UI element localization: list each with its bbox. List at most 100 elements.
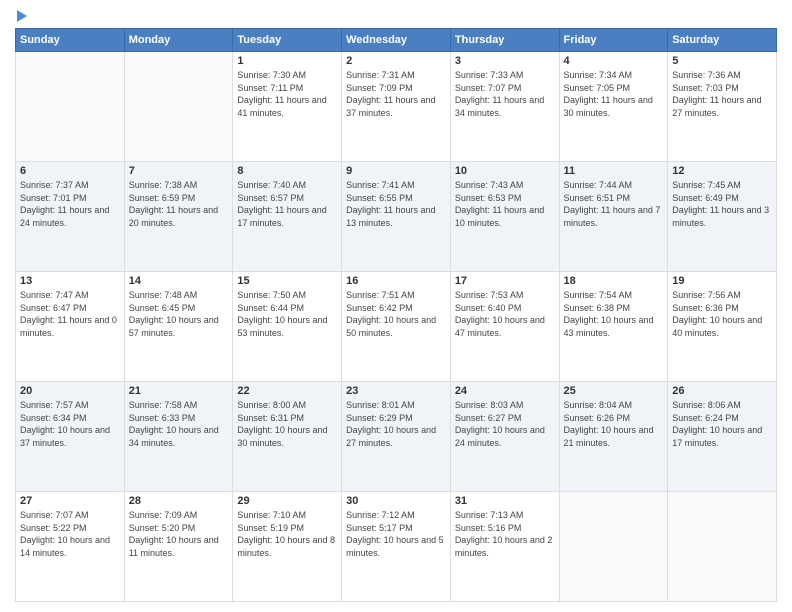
day-info: Sunrise: 7:45 AM Sunset: 6:49 PM Dayligh… (672, 179, 772, 229)
calendar-week-row: 20 Sunrise: 7:57 AM Sunset: 6:34 PM Dayli… (16, 382, 777, 492)
calendar-day-cell: 6Sunrise: 7:37 AM Sunset: 7:01 PM Daylig… (16, 162, 125, 272)
day-number: 13 (20, 275, 120, 287)
calendar-day-cell: 24 Sunrise: 8:03 AM Sunset: 6:27 PM Dayli… (450, 382, 559, 492)
day-number: 19 (672, 275, 772, 287)
calendar-day-cell: 1 Sunrise: 7:30 AM Sunset: 7:11 PM Daylig… (233, 52, 342, 162)
calendar-week-row: 13 Sunrise: 7:47 AM Sunset: 6:47 PM Dayli… (16, 272, 777, 382)
logo (15, 10, 27, 22)
weekday-header-saturday: Saturday (668, 29, 777, 52)
calendar-day-cell: 4 Sunrise: 7:34 AM Sunset: 7:05 PM Daylig… (559, 52, 668, 162)
day-number: 11 (564, 165, 664, 177)
weekday-header-tuesday: Tuesday (233, 29, 342, 52)
day-info: Sunrise: 7:43 AM Sunset: 6:53 PM Dayligh… (455, 179, 555, 229)
day-number: 3 (455, 55, 555, 67)
day-number: 30 (346, 495, 446, 507)
calendar-day-cell: 19Sunrise: 7:56 AM Sunset: 6:36 PM Dayli… (668, 272, 777, 382)
day-info: Sunrise: 8:06 AM Sunset: 6:24 PM Dayligh… (672, 399, 772, 449)
day-info: Sunrise: 8:00 AM Sunset: 6:31 PM Dayligh… (237, 399, 337, 449)
calendar-day-cell: 15 Sunrise: 7:50 AM Sunset: 6:44 PM Dayli… (233, 272, 342, 382)
calendar-day-cell (124, 52, 233, 162)
day-info: Sunrise: 7:07 AM Sunset: 5:22 PM Dayligh… (20, 509, 120, 559)
day-number: 10 (455, 165, 555, 177)
weekday-header-wednesday: Wednesday (342, 29, 451, 52)
calendar-week-row: 1 Sunrise: 7:30 AM Sunset: 7:11 PM Daylig… (16, 52, 777, 162)
calendar-day-cell: 14 Sunrise: 7:48 AM Sunset: 6:45 PM Dayli… (124, 272, 233, 382)
calendar-day-cell: 13 Sunrise: 7:47 AM Sunset: 6:47 PM Dayli… (16, 272, 125, 382)
calendar-day-cell: 23 Sunrise: 8:01 AM Sunset: 6:29 PM Dayli… (342, 382, 451, 492)
day-number: 1 (237, 55, 337, 67)
calendar-day-cell: 26Sunrise: 8:06 AM Sunset: 6:24 PM Dayli… (668, 382, 777, 492)
calendar-day-cell: 9 Sunrise: 7:41 AM Sunset: 6:55 PM Daylig… (342, 162, 451, 272)
day-info: Sunrise: 7:57 AM Sunset: 6:34 PM Dayligh… (20, 399, 120, 449)
weekday-header-friday: Friday (559, 29, 668, 52)
calendar-day-cell: 30 Sunrise: 7:12 AM Sunset: 5:17 PM Dayli… (342, 492, 451, 602)
calendar-table: SundayMondayTuesdayWednesdayThursdayFrid… (15, 28, 777, 602)
day-number: 6 (20, 165, 120, 177)
day-info: Sunrise: 7:33 AM Sunset: 7:07 PM Dayligh… (455, 69, 555, 119)
day-number: 25 (564, 385, 664, 397)
day-number: 5 (672, 55, 772, 67)
day-info: Sunrise: 8:01 AM Sunset: 6:29 PM Dayligh… (346, 399, 446, 449)
weekday-header-monday: Monday (124, 29, 233, 52)
calendar-day-cell: 2Sunrise: 7:31 AM Sunset: 7:09 PM Daylig… (342, 52, 451, 162)
day-number: 12 (672, 165, 772, 177)
weekday-header-row: SundayMondayTuesdayWednesdayThursdayFrid… (16, 29, 777, 52)
day-info: Sunrise: 7:34 AM Sunset: 7:05 PM Dayligh… (564, 69, 664, 119)
day-number: 24 (455, 385, 555, 397)
day-number: 22 (237, 385, 337, 397)
calendar-day-cell: 22 Sunrise: 8:00 AM Sunset: 6:31 PM Dayli… (233, 382, 342, 492)
calendar-day-cell: 3 Sunrise: 7:33 AM Sunset: 7:07 PM Daylig… (450, 52, 559, 162)
day-info: Sunrise: 7:13 AM Sunset: 5:16 PM Dayligh… (455, 509, 555, 559)
day-number: 20 (20, 385, 120, 397)
day-number: 17 (455, 275, 555, 287)
day-number: 15 (237, 275, 337, 287)
day-info: Sunrise: 7:44 AM Sunset: 6:51 PM Dayligh… (564, 179, 664, 229)
calendar-day-cell: 10 Sunrise: 7:43 AM Sunset: 6:53 PM Dayli… (450, 162, 559, 272)
weekday-header-sunday: Sunday (16, 29, 125, 52)
day-number: 21 (129, 385, 229, 397)
day-info: Sunrise: 8:03 AM Sunset: 6:27 PM Dayligh… (455, 399, 555, 449)
day-number: 28 (129, 495, 229, 507)
calendar-week-row: 6Sunrise: 7:37 AM Sunset: 7:01 PM Daylig… (16, 162, 777, 272)
calendar-day-cell: 17 Sunrise: 7:53 AM Sunset: 6:40 PM Dayli… (450, 272, 559, 382)
calendar-day-cell: 20 Sunrise: 7:57 AM Sunset: 6:34 PM Dayli… (16, 382, 125, 492)
day-number: 4 (564, 55, 664, 67)
day-number: 18 (564, 275, 664, 287)
calendar-day-cell: 16 Sunrise: 7:51 AM Sunset: 6:42 PM Dayli… (342, 272, 451, 382)
day-info: Sunrise: 7:38 AM Sunset: 6:59 PM Dayligh… (129, 179, 229, 229)
day-number: 27 (20, 495, 120, 507)
logo-arrow-icon (17, 10, 27, 22)
calendar-day-cell: 5 Sunrise: 7:36 AM Sunset: 7:03 PM Daylig… (668, 52, 777, 162)
calendar-day-cell (668, 492, 777, 602)
calendar-day-cell: 18 Sunrise: 7:54 AM Sunset: 6:38 PM Dayli… (559, 272, 668, 382)
calendar-day-cell: 25 Sunrise: 8:04 AM Sunset: 6:26 PM Dayli… (559, 382, 668, 492)
day-info: Sunrise: 8:04 AM Sunset: 6:26 PM Dayligh… (564, 399, 664, 449)
calendar-day-cell (16, 52, 125, 162)
day-info: Sunrise: 7:09 AM Sunset: 5:20 PM Dayligh… (129, 509, 229, 559)
day-number: 7 (129, 165, 229, 177)
calendar-day-cell: 29Sunrise: 7:10 AM Sunset: 5:19 PM Dayli… (233, 492, 342, 602)
calendar-day-cell (559, 492, 668, 602)
day-info: Sunrise: 7:36 AM Sunset: 7:03 PM Dayligh… (672, 69, 772, 119)
calendar-day-cell: 21Sunrise: 7:58 AM Sunset: 6:33 PM Dayli… (124, 382, 233, 492)
day-number: 29 (237, 495, 337, 507)
day-info: Sunrise: 7:54 AM Sunset: 6:38 PM Dayligh… (564, 289, 664, 339)
page: SundayMondayTuesdayWednesdayThursdayFrid… (0, 0, 792, 612)
calendar-day-cell: 8Sunrise: 7:40 AM Sunset: 6:57 PM Daylig… (233, 162, 342, 272)
day-number: 14 (129, 275, 229, 287)
day-info: Sunrise: 7:48 AM Sunset: 6:45 PM Dayligh… (129, 289, 229, 339)
day-info: Sunrise: 7:51 AM Sunset: 6:42 PM Dayligh… (346, 289, 446, 339)
calendar-day-cell: 12 Sunrise: 7:45 AM Sunset: 6:49 PM Dayli… (668, 162, 777, 272)
day-info: Sunrise: 7:30 AM Sunset: 7:11 PM Dayligh… (237, 69, 337, 119)
day-number: 9 (346, 165, 446, 177)
day-info: Sunrise: 7:12 AM Sunset: 5:17 PM Dayligh… (346, 509, 446, 559)
calendar-day-cell: 11 Sunrise: 7:44 AM Sunset: 6:51 PM Dayli… (559, 162, 668, 272)
day-info: Sunrise: 7:47 AM Sunset: 6:47 PM Dayligh… (20, 289, 120, 339)
day-info: Sunrise: 7:53 AM Sunset: 6:40 PM Dayligh… (455, 289, 555, 339)
day-info: Sunrise: 7:41 AM Sunset: 6:55 PM Dayligh… (346, 179, 446, 229)
day-info: Sunrise: 7:50 AM Sunset: 6:44 PM Dayligh… (237, 289, 337, 339)
day-number: 16 (346, 275, 446, 287)
day-number: 23 (346, 385, 446, 397)
header (15, 10, 777, 22)
calendar-day-cell: 28 Sunrise: 7:09 AM Sunset: 5:20 PM Dayli… (124, 492, 233, 602)
